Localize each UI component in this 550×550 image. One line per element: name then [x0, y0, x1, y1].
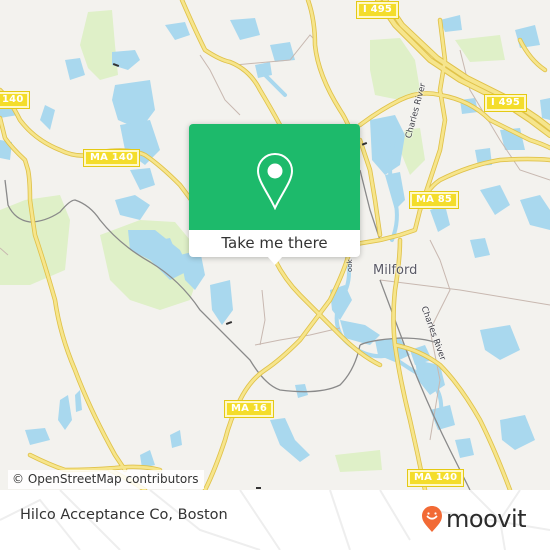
- route-shield-i495: I 495: [483, 94, 528, 112]
- location-popup: Take me there: [189, 124, 360, 265]
- moovit-logo[interactable]: moovit: [421, 501, 527, 537]
- route-shield-ma85: MA 85: [408, 191, 460, 209]
- popup-header: [189, 124, 360, 230]
- river-label-brook: ook: [346, 259, 354, 272]
- moovit-smiley-pin-icon: [422, 506, 442, 532]
- footer-bar: Hilco Acceptance Co, Boston moovit: [0, 490, 550, 550]
- route-shield-ma140: 140: [0, 91, 31, 109]
- popup-pointer: [267, 256, 283, 265]
- route-shield-ma16: MA 16: [223, 400, 275, 418]
- route-shield-i495: I 495: [355, 1, 400, 19]
- route-shield-ma140: MA 140: [406, 469, 465, 487]
- map-attribution[interactable]: © OpenStreetMap contributors: [8, 470, 205, 489]
- route-shield-ma140: MA 140: [82, 149, 141, 167]
- moovit-wordmark: moovit: [446, 505, 527, 533]
- map-pin-icon: [256, 152, 294, 210]
- take-me-there-button[interactable]: Take me there: [189, 230, 360, 257]
- place-label-milford: Milford: [373, 263, 418, 278]
- map-canvas[interactable]: I 495 I 495 140 MA 140 MA 85 MA 16 MA 14…: [0, 0, 550, 490]
- place-name: Hilco Acceptance Co, Boston: [20, 507, 228, 523]
